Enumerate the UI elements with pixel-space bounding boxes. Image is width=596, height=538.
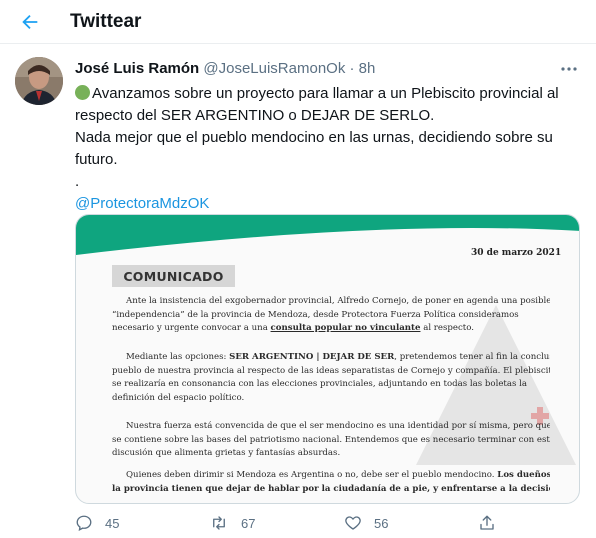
more-icon xyxy=(561,67,577,71)
mention-link[interactable]: @ProtectoraMdzOK xyxy=(75,193,575,215)
tweet-line: Nada mejor que el pueblo mendocino en la… xyxy=(75,129,553,146)
page-title: Twittear xyxy=(70,11,142,32)
tweet-meta: José Luis Ramón @JoseLuisRamonOk · 8h xyxy=(75,60,375,77)
heart-icon xyxy=(345,516,361,530)
meta-separator: · xyxy=(349,60,355,77)
document-date: 30 de marzo 2021 xyxy=(471,248,562,258)
page-header: Twittear xyxy=(0,0,596,44)
tweet-line: futuro. xyxy=(75,151,118,168)
tweet-actions: 45 67 56 xyxy=(75,514,580,536)
more-options-button[interactable] xyxy=(558,58,580,80)
retweet-icon xyxy=(213,516,225,530)
share-button[interactable] xyxy=(478,514,496,532)
author-name[interactable]: José Luis Ramón xyxy=(75,60,199,77)
avatar[interactable] xyxy=(15,57,63,105)
reply-button[interactable]: 45 xyxy=(75,514,119,532)
like-count: 56 xyxy=(374,515,389,531)
tweet-line: . xyxy=(75,173,80,190)
document-paragraph-4: Quienes deben dirimir si Mendoza es Arge… xyxy=(112,470,550,494)
document-paragraph-3: Nuestra fuerza está convencida de que el… xyxy=(112,421,550,459)
retweet-button[interactable]: 67 xyxy=(209,514,255,532)
tweet-line: respecto del SER ARGENTINO o DEJAR DE SE… xyxy=(75,107,435,124)
document-title: COMUNICADO xyxy=(123,268,224,284)
green-circle-icon xyxy=(75,85,90,100)
document-title-box: COMUNICADO xyxy=(112,265,235,287)
tweet-line: Avanzamos sobre un proyecto para llamar … xyxy=(75,83,575,105)
document-paragraph-2: Mediante las opciones: SER ARGENTINO | D… xyxy=(112,352,550,403)
tweet-time[interactable]: 8h xyxy=(359,60,376,77)
retweet-count: 67 xyxy=(241,515,256,531)
tweet-image[interactable]: 30 de marzo 2021 COMUNICADO Ante la insi… xyxy=(75,214,580,504)
tweet-text: Avanzamos sobre un proyecto para llamar … xyxy=(75,83,575,215)
tweet: José Luis Ramón @JoseLuisRamonOk · 8h Av… xyxy=(0,44,596,538)
share-icon xyxy=(480,515,494,530)
arrow-left-icon xyxy=(22,14,38,30)
like-button[interactable]: 56 xyxy=(344,514,388,532)
back-button[interactable] xyxy=(16,8,44,36)
document-paragraph-1: Ante la insistencia del exgobernador pro… xyxy=(112,296,550,334)
reply-count: 45 xyxy=(105,515,120,531)
author-handle[interactable]: @JoseLuisRamonOk xyxy=(203,60,345,77)
reply-icon xyxy=(76,515,92,531)
